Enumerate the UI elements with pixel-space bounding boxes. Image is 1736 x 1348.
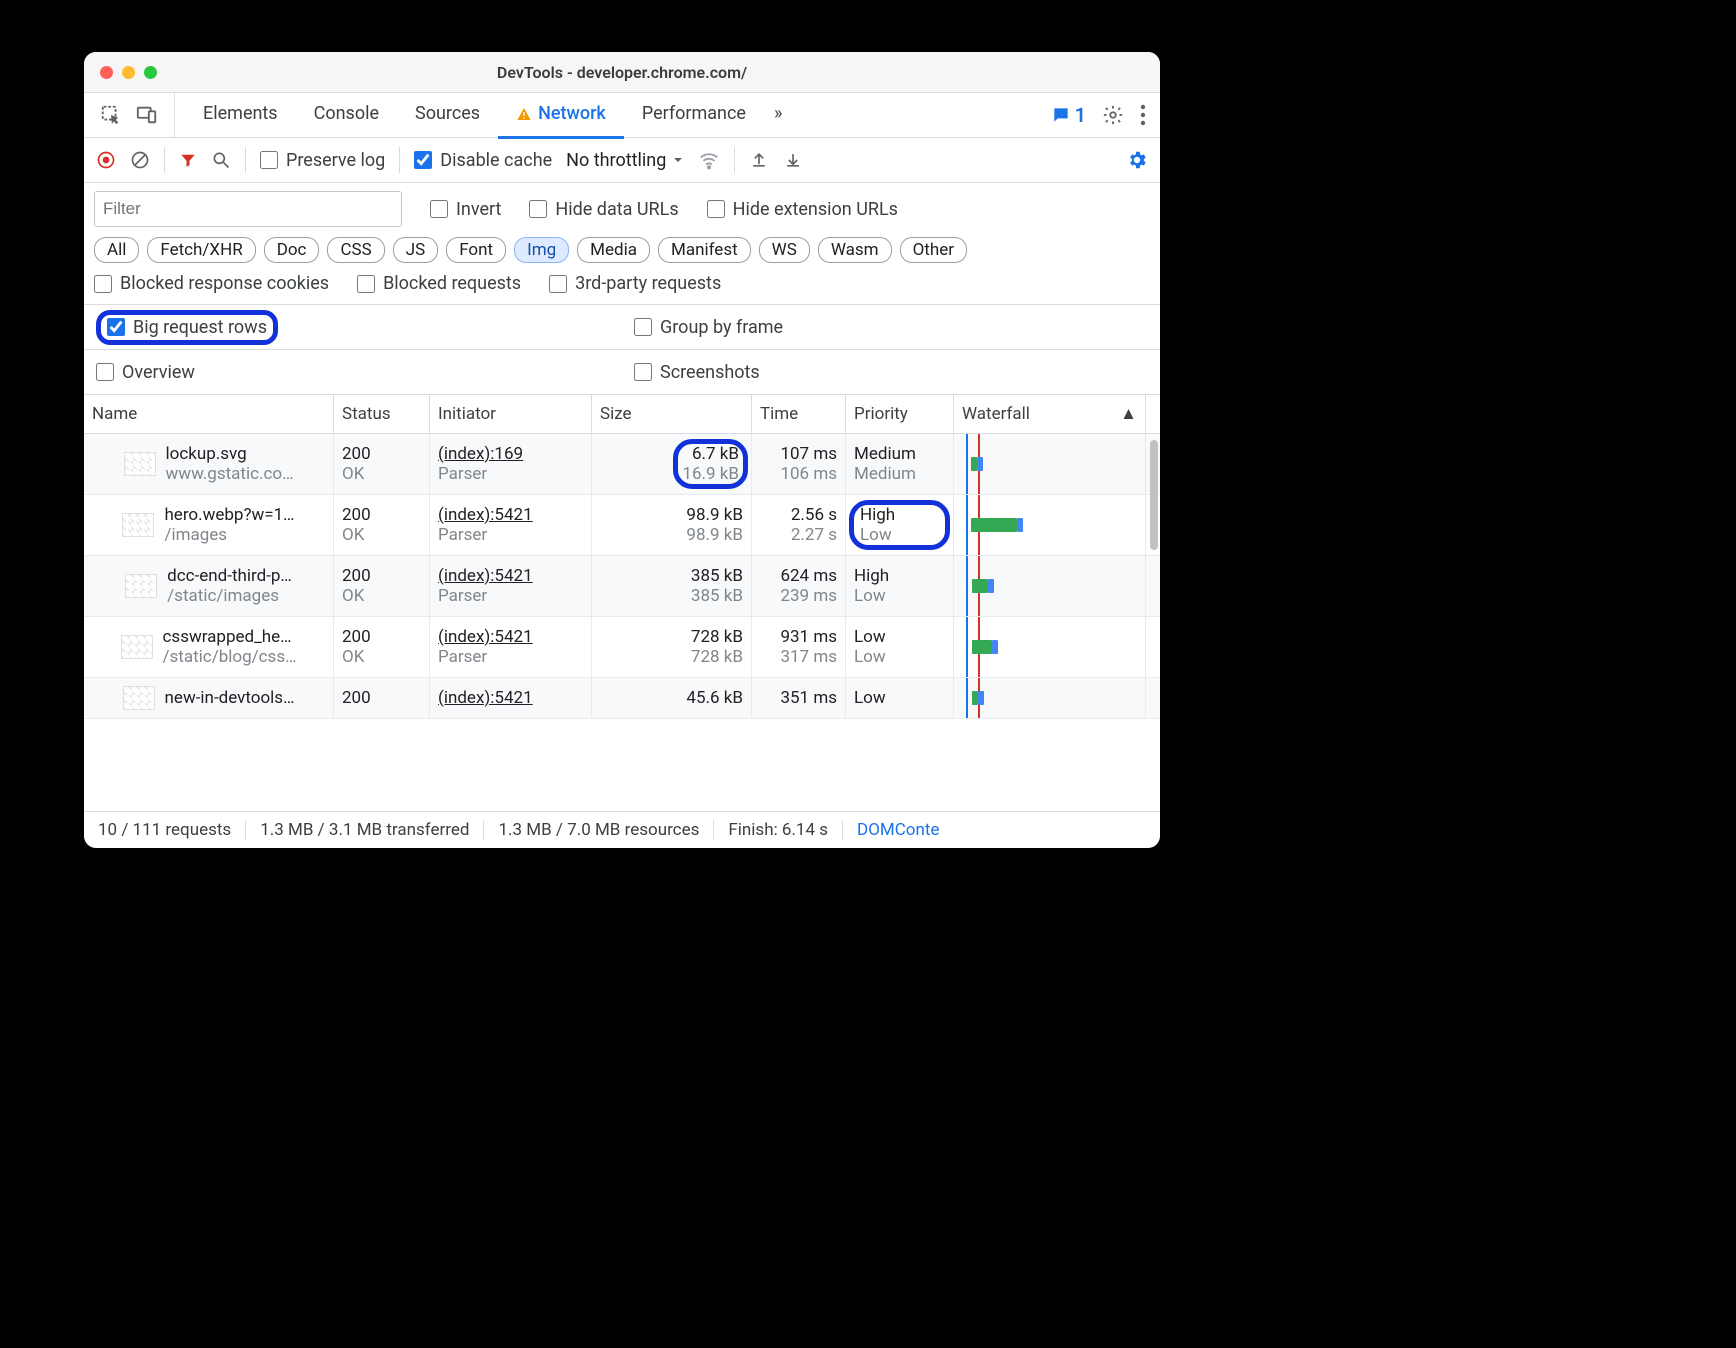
import-har-icon[interactable] — [783, 150, 803, 170]
table-row[interactable]: hero.webp?w=1…/images200OK(index):5421Pa… — [84, 495, 1160, 556]
type-pill-manifest[interactable]: Manifest — [658, 237, 751, 263]
status-transferred: 1.3 MB / 3.1 MB transferred — [246, 820, 484, 840]
tab-network[interactable]: Network — [498, 92, 624, 139]
type-pill-doc[interactable]: Doc — [264, 237, 320, 263]
big-request-rows-highlight: Big request rows — [96, 310, 278, 345]
type-pill-other[interactable]: Other — [900, 237, 967, 263]
status-bar: 10 / 111 requests 1.3 MB / 3.1 MB transf… — [84, 811, 1160, 848]
network-view-settings: Big request rows Group by frame Overview… — [84, 305, 1160, 395]
col-initiator[interactable]: Initiator — [430, 395, 592, 433]
resource-thumbnail — [124, 452, 156, 476]
throttling-select[interactable]: No throttling — [566, 150, 684, 171]
table-scrollbar[interactable] — [1150, 440, 1158, 550]
overview-checkbox[interactable]: Overview — [96, 362, 622, 383]
filter-input[interactable] — [94, 191, 402, 227]
big-request-rows-checkbox[interactable]: Big request rows — [107, 317, 267, 338]
type-pill-js[interactable]: JS — [393, 237, 438, 263]
third-party-checkbox[interactable]: 3rd-party requests — [549, 273, 721, 294]
sort-up-icon: ▲ — [1120, 404, 1137, 424]
table-row[interactable]: new-in-devtools…200(index):542145.6 kB35… — [84, 678, 1160, 719]
blocked-cookies-checkbox[interactable]: Blocked response cookies — [94, 273, 329, 294]
settings-gear-icon[interactable] — [1102, 104, 1124, 126]
status-resources: 1.3 MB / 7.0 MB resources — [484, 820, 714, 840]
filter-area: Invert Hide data URLs Hide extension URL… — [84, 183, 1160, 305]
table-row[interactable]: dcc-end-third-p…/static/images200OK(inde… — [84, 556, 1160, 617]
table-row[interactable]: lockup.svgwww.gstatic.co…200OK(index):16… — [84, 434, 1160, 495]
hide-data-urls-checkbox[interactable]: Hide data URLs — [529, 199, 678, 220]
close-window-button[interactable] — [100, 66, 113, 79]
type-pill-all[interactable]: All — [94, 237, 139, 263]
disable-cache-checkbox[interactable]: Disable cache — [414, 150, 552, 171]
invert-checkbox[interactable]: Invert — [430, 199, 501, 220]
tab-performance[interactable]: Performance — [624, 92, 764, 139]
col-status[interactable]: Status — [334, 395, 430, 433]
col-size[interactable]: Size — [592, 395, 752, 433]
devtools-window: DevTools - developer.chrome.com/ Element… — [84, 52, 1160, 848]
clear-button[interactable] — [130, 150, 150, 170]
status-domcontent: DOMConte — [843, 820, 953, 840]
tab-sources[interactable]: Sources — [397, 92, 498, 139]
filter-icon[interactable] — [179, 151, 197, 169]
preserve-log-checkbox[interactable]: Preserve log — [260, 150, 385, 171]
table-row[interactable]: csswrapped_he…/static/blog/css…200OK(ind… — [84, 617, 1160, 678]
status-finish: Finish: 6.14 s — [714, 820, 843, 840]
resource-thumbnail — [123, 686, 155, 710]
col-priority[interactable]: Priority — [846, 395, 954, 433]
type-pill-ws[interactable]: WS — [759, 237, 810, 263]
device-toolbar-icon[interactable] — [136, 104, 158, 126]
resource-thumbnail — [125, 574, 157, 598]
tab-elements[interactable]: Elements — [185, 92, 296, 139]
type-pill-wasm[interactable]: Wasm — [818, 237, 892, 263]
inspect-element-icon[interactable] — [100, 104, 122, 126]
window-title: DevTools - developer.chrome.com/ — [84, 63, 1160, 82]
table-header-row: Name Status Initiator Size Time Priority… — [84, 395, 1160, 434]
screenshots-checkbox[interactable]: Screenshots — [634, 362, 1160, 383]
kebab-menu-icon[interactable] — [1140, 104, 1146, 126]
col-time[interactable]: Time — [752, 395, 846, 433]
network-settings-gear-icon[interactable] — [1126, 149, 1148, 171]
requests-table: Name Status Initiator Size Time Priority… — [84, 395, 1160, 811]
type-pill-img[interactable]: Img — [514, 237, 569, 263]
network-conditions-icon[interactable] — [698, 149, 720, 171]
hide-extension-urls-checkbox[interactable]: Hide extension URLs — [707, 199, 898, 220]
record-button[interactable] — [96, 150, 116, 170]
type-pill-css[interactable]: CSS — [327, 237, 384, 263]
export-har-icon[interactable] — [749, 150, 769, 170]
zoom-window-button[interactable] — [144, 66, 157, 79]
minimize-window-button[interactable] — [122, 66, 135, 79]
search-icon[interactable] — [211, 150, 231, 170]
issues-button[interactable]: 1 — [1051, 103, 1086, 127]
col-waterfall[interactable]: Waterfall▲ — [954, 395, 1146, 433]
type-pill-media[interactable]: Media — [577, 237, 650, 263]
status-requests: 10 / 111 requests — [84, 820, 246, 840]
traffic-lights — [84, 66, 157, 79]
panel-tabs: Elements Console Sources Network Perform… — [175, 93, 1037, 137]
type-pill-font[interactable]: Font — [446, 237, 506, 263]
group-by-frame-checkbox[interactable]: Group by frame — [634, 317, 1160, 338]
chevron-down-icon — [672, 154, 684, 166]
network-toolbar: Preserve log Disable cache No throttling — [84, 138, 1160, 183]
tabs-overflow-button[interactable]: » — [764, 92, 792, 139]
issues-count: 1 — [1075, 103, 1086, 127]
resource-thumbnail — [121, 635, 153, 659]
col-name[interactable]: Name — [84, 395, 334, 433]
type-pill-fetchxhr[interactable]: Fetch/XHR — [147, 237, 255, 263]
resource-thumbnail — [122, 513, 154, 537]
blocked-requests-checkbox[interactable]: Blocked requests — [357, 273, 521, 294]
main-tab-row: Elements Console Sources Network Perform… — [84, 93, 1160, 138]
tab-console[interactable]: Console — [296, 92, 397, 139]
resource-type-pills: All Fetch/XHR Doc CSS JS Font Img Media Manifest… — [94, 237, 1150, 263]
titlebar: DevTools - developer.chrome.com/ — [84, 52, 1160, 93]
warning-icon — [516, 106, 532, 122]
